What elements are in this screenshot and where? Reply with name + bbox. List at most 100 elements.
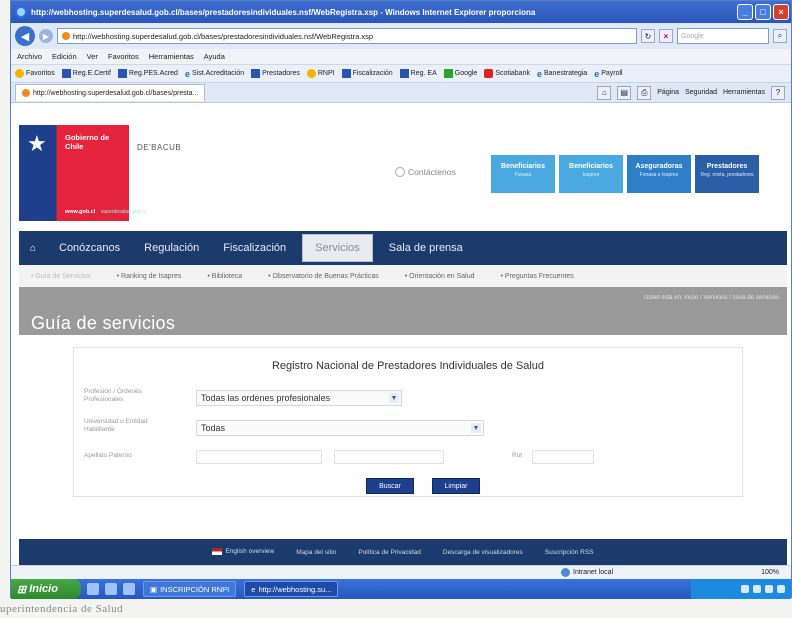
menu-item-ver[interactable]: Ver: [87, 52, 98, 61]
tray-icon[interactable]: [741, 585, 749, 593]
breadcrumb: Usted está en: Inicio / Servicios / Guía…: [643, 295, 779, 301]
footer-descarga[interactable]: Descarga de visualizadores: [443, 549, 523, 556]
footer-english[interactable]: English overview: [212, 548, 274, 556]
rut-input[interactable]: [532, 450, 594, 464]
fav-link[interactable]: Scotiabank: [484, 69, 530, 78]
universidad-select[interactable]: Todas ▼: [196, 420, 484, 436]
apellido-materno-input[interactable]: [334, 450, 444, 464]
task-inscripcion[interactable]: ▣ INSCRIPCIÓN RNPI: [143, 581, 237, 597]
gobierno-logo[interactable]: ★ Gobierno de Chile www.gob.cl superdesa…: [19, 125, 146, 221]
tab-label: http://webhosting.superdesalud.gob.cl/ba…: [33, 89, 199, 97]
nav-servicios[interactable]: Servicios: [302, 234, 373, 262]
chevron-down-icon: ▼: [471, 423, 481, 433]
page-title: Guía de servicios: [31, 313, 176, 333]
subnav-biblioteca[interactable]: • Biblioteca: [207, 273, 242, 280]
window-title: http://webhosting.superdesalud.gob.cl/ba…: [31, 7, 536, 17]
tray-icon[interactable]: [777, 585, 785, 593]
quick-button-beneficiarios-isapres[interactable]: Beneficiarios Isapres: [559, 155, 623, 193]
web-page: ★ Gobierno de Chile www.gob.cl superdesa…: [11, 125, 791, 565]
command-seguridad[interactable]: Seguridad: [685, 89, 717, 96]
favorites-button[interactable]: Favoritos: [15, 69, 55, 78]
security-zone: Intranet local: [561, 568, 613, 577]
tab-bar: http://webhosting.superdesalud.gob.cl/ba…: [11, 83, 791, 103]
fav-link[interactable]: e Sist.Acreditación: [185, 69, 244, 79]
quicklaunch-icon[interactable]: [87, 583, 99, 595]
footer-rss[interactable]: Suscripción RSS: [545, 549, 594, 556]
maximize-button[interactable]: □: [755, 4, 771, 20]
close-button[interactable]: ×: [773, 4, 789, 20]
quick-button-beneficiarios-fonasa[interactable]: Beneficiarios Fonasa: [491, 155, 555, 193]
subnav-observatorio[interactable]: • Observatorio de Buenas Prácticas: [268, 273, 379, 280]
rut-label: Rut: [512, 452, 523, 459]
zoom-level[interactable]: 100%: [761, 569, 779, 576]
fav-link[interactable]: e Banestrategia: [537, 69, 587, 79]
tray-icon[interactable]: [753, 585, 761, 593]
minimize-button[interactable]: _: [737, 4, 753, 20]
nav-sala-de-prensa[interactable]: Sala de prensa: [377, 231, 475, 265]
scotiabank-icon: [484, 69, 494, 78]
profesion-select[interactable]: Todas las ordenes profesionales ▼: [196, 390, 402, 406]
quick-button-prestadores[interactable]: Prestadores Reg. mixta, prestadores: [695, 155, 759, 193]
subnav-ranking-isapres[interactable]: • Ranking de Isapres: [117, 273, 182, 280]
menu-item-favoritos[interactable]: Favoritos: [108, 52, 139, 61]
menu-item-edicion[interactable]: Edición: [52, 52, 77, 61]
stop-icon[interactable]: ×: [659, 29, 673, 43]
star-icon: [15, 69, 24, 78]
quick-button-aseguradoras[interactable]: Aseguradoras Fonasa e Isapres: [627, 155, 691, 193]
print-icon[interactable]: ⎙: [637, 85, 652, 100]
browser-tab[interactable]: http://webhosting.superdesalud.gob.cl/ba…: [15, 84, 206, 101]
ie-page-icon: e: [536, 68, 542, 79]
footer-privacidad[interactable]: Política de Privacidad: [358, 549, 421, 556]
menu-item-archivo[interactable]: Archivo: [17, 52, 42, 61]
fav-link[interactable]: e Payroll: [594, 69, 622, 79]
fav-link[interactable]: Google: [443, 69, 477, 78]
search-input[interactable]: Google: [677, 28, 769, 44]
quicklaunch-icon[interactable]: [105, 583, 117, 595]
google-icon: [443, 69, 453, 78]
chevron-down-icon: ▼: [389, 393, 399, 403]
fav-link[interactable]: Reg.PES.Acred: [117, 69, 178, 78]
sub-nav: • Guía de Servicios • Ranking de Isapres…: [19, 265, 787, 287]
tray-icon[interactable]: [765, 585, 773, 593]
refresh-icon[interactable]: ↻: [641, 29, 655, 43]
nav-conozcanos[interactable]: Conózcanos: [47, 231, 132, 265]
subnav-preguntas[interactable]: • Preguntas Frecuentes: [501, 273, 574, 280]
subnav-guia-de-servicios[interactable]: • Guía de Servicios: [31, 273, 91, 280]
nav-fiscalizacion[interactable]: Fiscalización: [211, 231, 298, 265]
nav-regulacion[interactable]: Regulación: [132, 231, 211, 265]
apellido-input[interactable]: [196, 450, 322, 464]
ie-page-icon: e: [594, 68, 600, 79]
footer-mapa[interactable]: Mapa del sitio: [296, 549, 336, 556]
favorites-bar: Favoritos Reg.E.Certif Reg.PES.Acred e Si…: [11, 65, 791, 83]
page-bottom-text: uperintendencia de Salud: [0, 603, 124, 615]
fav-link[interactable]: Fiscalización: [341, 69, 393, 78]
fav-link[interactable]: Reg. EA: [399, 69, 437, 78]
subnav-orientacion[interactable]: • Orientación en Salud: [405, 273, 475, 280]
home-icon[interactable]: ⌂: [597, 85, 612, 100]
command-pagina[interactable]: Página: [657, 89, 679, 96]
back-arrow-icon[interactable]: ◀: [15, 26, 35, 46]
menu-item-ayuda[interactable]: Ayuda: [204, 52, 225, 61]
home-icon[interactable]: ⌂: [19, 243, 47, 254]
fav-link[interactable]: Reg.E.Certif: [61, 69, 111, 78]
help-icon[interactable]: ?: [771, 85, 785, 100]
title-bar: http://webhosting.superdesalud.gob.cl/ba…: [11, 1, 791, 23]
forward-arrow-icon[interactable]: ▶: [39, 29, 53, 43]
command-herramientas[interactable]: Herramientas: [723, 89, 765, 96]
contact-link[interactable]: Contáctenos: [395, 167, 456, 177]
buscar-button[interactable]: Buscar: [366, 478, 414, 494]
limpiar-button[interactable]: Limpiar: [432, 478, 480, 494]
contact-icon: [395, 167, 405, 177]
address-input[interactable]: http://webhosting.superdesalud.gob.cl/ba…: [57, 28, 637, 44]
menu-item-herramientas[interactable]: Herramientas: [149, 52, 194, 61]
gob-url-secondary: superdesalud.gob.cl: [101, 209, 146, 215]
quicklaunch-icon[interactable]: [123, 583, 135, 595]
fav-link[interactable]: RNPI: [306, 69, 335, 78]
feeds-icon[interactable]: ▤: [617, 85, 632, 100]
start-button[interactable]: ⊞ Inicio: [11, 579, 81, 599]
task-browser[interactable]: e http://webhosting.su...: [244, 581, 339, 597]
search-form: Registro Nacional de Prestadores Individ…: [73, 347, 743, 497]
fav-link[interactable]: Prestadores: [251, 69, 300, 78]
search-icon[interactable]: ⌕: [773, 29, 787, 43]
bookmark-icon: [399, 69, 409, 78]
